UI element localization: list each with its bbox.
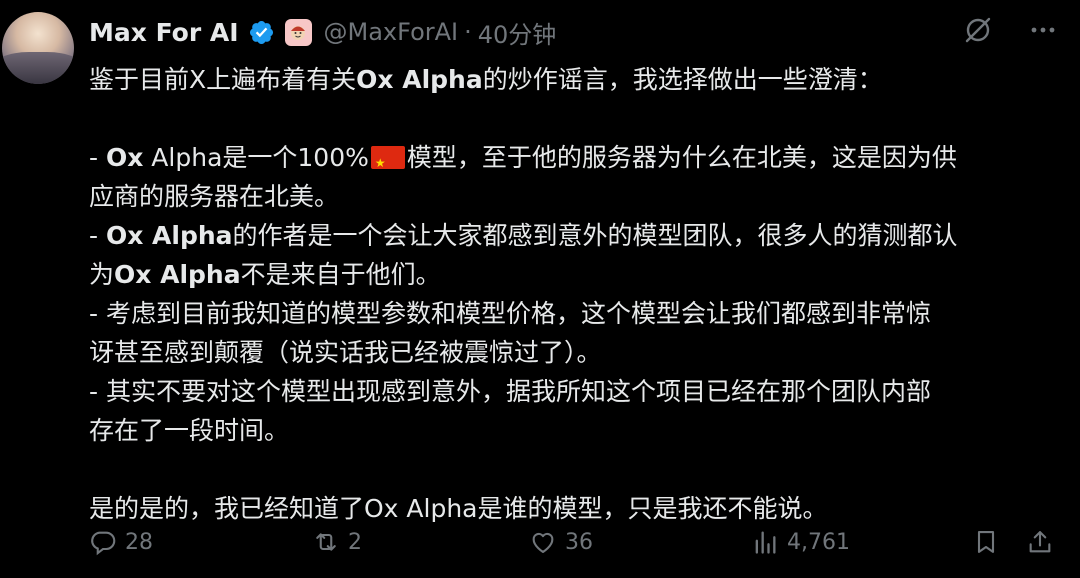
tweet-blank-line xyxy=(89,450,1064,489)
views-icon xyxy=(755,531,776,554)
ox-alpha-bold: Ox Alpha xyxy=(105,221,233,250)
tweet-line-3: - Ox Alpha是一个100%模型，至于他的服务器为什么在北美，这是因为供 xyxy=(89,138,1064,183)
tweet-line-7: - 考虑到目前我知道的模型参数和模型价格，这个模型会让我们都感到非常惊 xyxy=(89,299,931,328)
china-flag-emoji xyxy=(370,144,405,183)
views-count: 4,761 xyxy=(787,529,850,555)
avatar[interactable] xyxy=(2,12,74,84)
tweet-top-icons xyxy=(962,14,1058,46)
tweet-header: Max For AI @MaxForAI · 40分钟 xyxy=(89,10,556,54)
tweet-line-4: 应商的服务器在北美。 xyxy=(89,182,340,211)
tweet-line-1: 鉴于目前X上遍布着有关Ox Alpha的炒作谣言，我选择做出一些澄清： xyxy=(89,65,883,94)
grok-icon[interactable] xyxy=(962,14,994,46)
tweet-timestamp[interactable]: 40分钟 xyxy=(478,15,557,50)
tweet[interactable]: Max For AI @MaxForAI · 40分钟 鉴于目前X上遍布着有关O… xyxy=(0,0,1080,578)
tweet-line-5: - Ox Alpha的作者是一个会让大家都感到意外的模型团队，很多人的猜测都认 xyxy=(89,221,958,250)
like-button[interactable]: 36 xyxy=(529,528,593,556)
tweet-text: 鉴于目前X上遍布着有关Ox Alpha的炒作谣言，我选择做出一些澄清： - Ox… xyxy=(89,60,1064,528)
tweet-line-12: 是的是的，我已经知道了Ox Alpha是谁的模型，只是我还不能说。 xyxy=(89,494,828,523)
like-icon xyxy=(532,532,554,553)
more-dots-icon[interactable] xyxy=(1028,15,1058,45)
tweet-line-9: - 其实不要对这个模型出现感到意外，据我所知这个项目已经在那个团队内部 xyxy=(89,377,931,406)
reply-icon xyxy=(91,531,116,556)
tweet-actions: 28 2 36 4,761 xyxy=(89,528,1064,572)
ox-alpha-bold: Ox Alpha xyxy=(114,260,241,289)
bookmark-icon xyxy=(977,531,995,553)
share-icon xyxy=(1029,531,1051,553)
repost-button[interactable]: 2 xyxy=(312,528,362,556)
tweet-line-10: 存在了一段时间。 xyxy=(89,416,290,445)
reply-button[interactable]: 28 xyxy=(89,528,153,556)
ox-alpha-bold: Ox Alpha xyxy=(356,65,483,94)
header-separator: · xyxy=(464,18,472,46)
verified-badge-icon xyxy=(249,20,273,44)
repost-count: 2 xyxy=(348,529,362,555)
author-handle[interactable]: @MaxForAI xyxy=(324,18,459,46)
reply-count: 28 xyxy=(125,529,153,555)
tweet-blank-line xyxy=(89,99,1064,138)
like-count: 36 xyxy=(565,529,593,555)
tweet-line-8: 讶甚至感到颠覆（说实话我已经被震惊过了）。 xyxy=(89,338,602,367)
bookmark-button[interactable] xyxy=(972,528,1000,556)
author-name[interactable]: Max For AI xyxy=(89,18,239,47)
share-button[interactable] xyxy=(1026,528,1054,556)
views-button[interactable]: 4,761 xyxy=(751,528,850,556)
repost-icon xyxy=(316,533,336,551)
ox-bold: Ox xyxy=(105,143,144,172)
affiliate-avatar-badge-icon[interactable] xyxy=(284,18,312,46)
tweet-line-6: 为Ox Alpha不是来自于他们。 xyxy=(89,260,441,289)
